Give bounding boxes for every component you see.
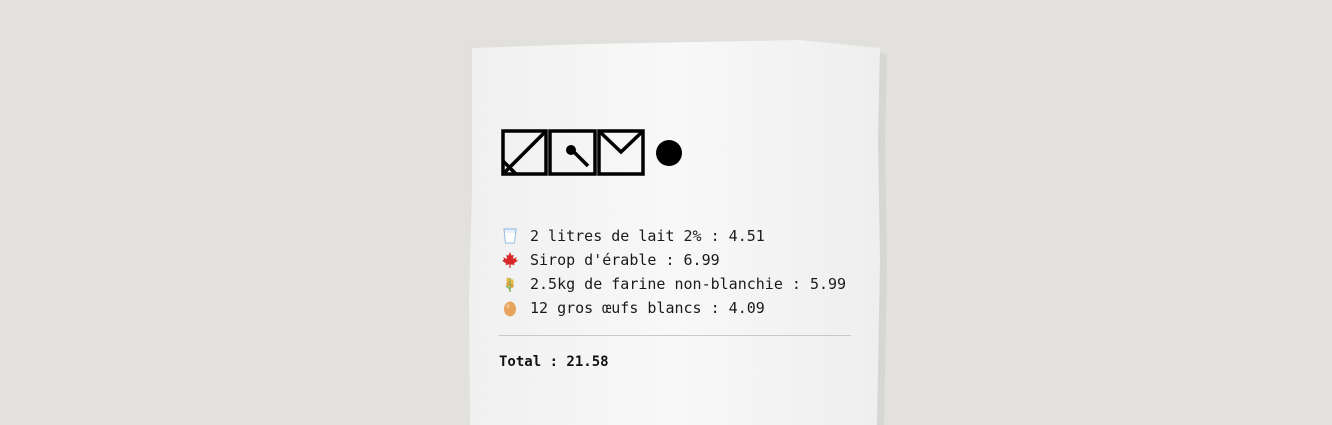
item-label: Sirop d'érable : 6.99 — [530, 251, 720, 269]
item-label: 12 gros œufs blancs : 4.09 — [530, 299, 765, 317]
receipt-paper — [469, 40, 887, 425]
wheat-icon — [505, 277, 514, 292]
item-label: 2.5kg de farine non-blanchie : 5.99 — [530, 275, 847, 293]
list-item: 2.5kg de farine non-blanchie : 5.99 — [501, 272, 846, 296]
receipt: 2 litres de lait 2% : 4.51 Sirop d'érabl… — [0, 0, 1332, 425]
milk-glass-icon — [503, 228, 517, 244]
list-item: Sirop d'érable : 6.99 — [501, 248, 846, 272]
maple-leaf-icon — [502, 252, 518, 268]
item-list: 2 litres de lait 2% : 4.51 Sirop d'érabl… — [501, 224, 846, 320]
item-label: 2 litres de lait 2% : 4.51 — [530, 227, 765, 245]
egg-icon — [504, 301, 516, 317]
total-line: Total : 21.58 — [499, 354, 609, 370]
list-item: 2 litres de lait 2% : 4.51 — [501, 224, 846, 248]
list-item: 12 gros œufs blancs : 4.09 — [501, 296, 846, 320]
brand-logo — [501, 129, 682, 176]
divider — [499, 335, 851, 336]
